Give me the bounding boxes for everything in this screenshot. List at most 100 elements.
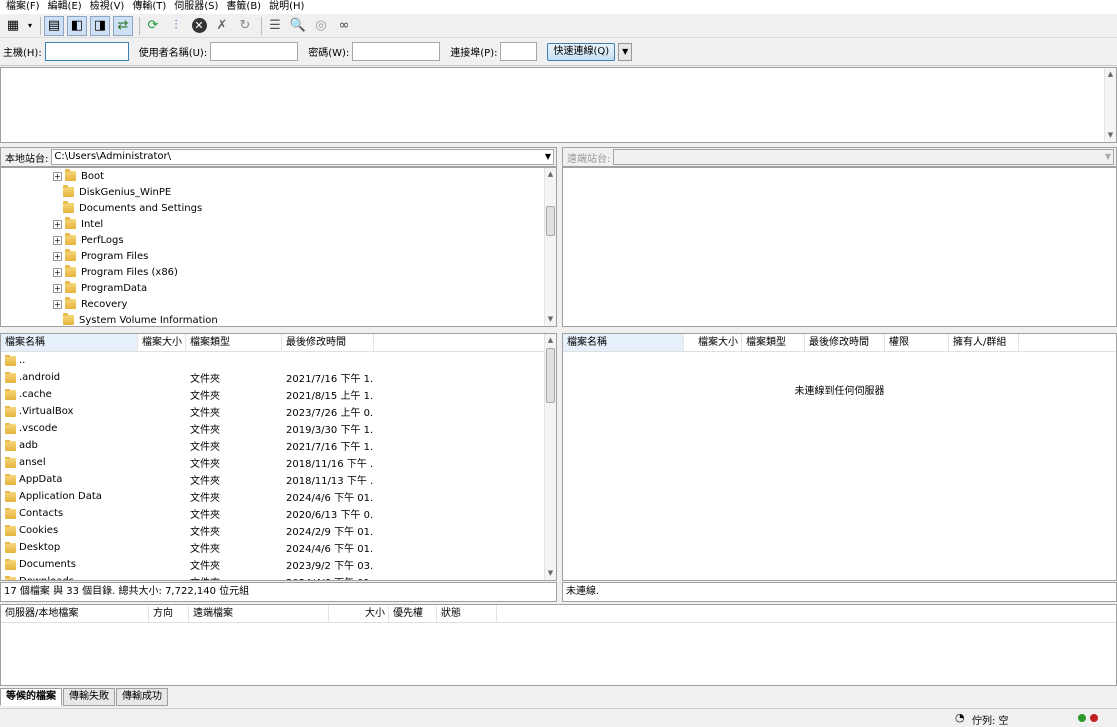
cancel-icon[interactable]: ✕: [189, 16, 209, 36]
file-row[interactable]: Application Data 文件夾 2024/4/6 下午 01...: [1, 488, 556, 505]
file-row[interactable]: .vscode 文件夾 2019/3/30 下午 1...: [1, 420, 556, 437]
tree-item[interactable]: DiskGenius_WinPE: [1, 184, 544, 200]
host-input[interactable]: [44, 42, 129, 61]
file-modified: 2024/4/6 下午 01...: [286, 544, 374, 555]
toggle-queue-icon[interactable]: ⇄: [113, 15, 133, 36]
column-header[interactable]: 權限: [885, 334, 949, 351]
column-header[interactable]: 檔案大小: [138, 334, 186, 351]
log-scrollbar[interactable]: ▲ ▼: [1104, 68, 1116, 142]
file-row[interactable]: Desktop 文件夾 2024/4/6 下午 01...: [1, 539, 556, 556]
transfer-queue[interactable]: 伺服器/本地檔案 方向 遠端檔案 大小 優先權 狀態: [0, 604, 1117, 686]
menu-item[interactable]: 檔案(F): [2, 0, 44, 14]
tree-item[interactable]: + PerfLogs: [1, 232, 544, 248]
menu-item[interactable]: 說明(H): [265, 0, 308, 14]
column-header[interactable]: 檔案類型: [186, 334, 282, 351]
file-name-cell: Contacts: [1, 508, 186, 519]
refresh-icon[interactable]: ⟳: [143, 16, 163, 36]
remote-directory-tree[interactable]: [562, 167, 1117, 327]
column-header[interactable]: 優先權: [389, 605, 437, 622]
search-binoculars-icon[interactable]: ∞: [334, 16, 354, 36]
column-header[interactable]: 檔案大小: [684, 334, 742, 351]
file-row[interactable]: adb 文件夾 2021/7/16 下午 1...: [1, 437, 556, 454]
folder-icon: [63, 313, 74, 325]
file-row[interactable]: .android 文件夾 2021/7/16 下午 1...: [1, 369, 556, 386]
file-row[interactable]: ..: [1, 352, 556, 369]
local-file-list[interactable]: 檔案名稱 檔案大小 檔案類型 最後修改時間 .. .android 文件夾 2021/7/1…: [0, 333, 557, 581]
menu-item[interactable]: 編輯(E): [44, 0, 86, 14]
password-input[interactable]: [352, 42, 441, 61]
toggle-local-tree-icon[interactable]: ◧: [67, 15, 87, 36]
column-header[interactable]: 伺服器/本地檔案: [1, 605, 149, 622]
local-path-input[interactable]: C:\Users\Administrator\ ▼: [51, 149, 554, 165]
chevron-down-icon: ▼: [544, 152, 551, 161]
process-queue-icon[interactable]: ⫶: [166, 16, 186, 36]
menu-item[interactable]: 傳輸(T): [128, 0, 170, 14]
column-header[interactable]: 擁有人/群組: [949, 334, 1019, 351]
tree-item[interactable]: System Volume Information: [1, 312, 544, 326]
sync-browse-icon[interactable]: 🔍: [288, 16, 308, 36]
quickconnect-button[interactable]: 快速連線(Q): [547, 42, 616, 61]
column-header[interactable]: 檔案類型: [742, 334, 805, 351]
toggle-log-icon[interactable]: ▤: [44, 15, 64, 36]
expand-icon[interactable]: +: [53, 251, 62, 261]
file-modified: 2019/3/30 下午 1...: [286, 425, 374, 436]
file-row[interactable]: .cache 文件夾 2021/8/15 上午 1...: [1, 386, 556, 403]
file-row[interactable]: ansel 文件夾 2018/11/16 下午 ...: [1, 454, 556, 471]
remote-file-list[interactable]: 檔案名稱 檔案大小 檔案類型 最後修改時間 權限 擁有人/群組 未連線到任何伺服器: [562, 333, 1117, 581]
file-name-cell: .cache: [1, 389, 186, 400]
file-row[interactable]: Contacts 文件夾 2020/6/13 下午 0...: [1, 505, 556, 522]
folder-icon: [5, 491, 16, 502]
tree-item[interactable]: + ProgramData: [1, 280, 544, 296]
column-header[interactable]: 遠端檔案: [189, 605, 329, 622]
expand-icon[interactable]: +: [53, 283, 62, 293]
column-header[interactable]: 狀態: [437, 605, 497, 622]
file-row[interactable]: Documents 文件夾 2023/9/2 下午 03...: [1, 556, 556, 573]
local-tree-scrollbar[interactable]: ▲ ▼: [544, 168, 556, 326]
port-input[interactable]: [500, 42, 538, 61]
tree-item[interactable]: + Program Files: [1, 248, 544, 264]
file-name: .android: [19, 372, 61, 383]
column-header[interactable]: 檔案名稱: [1, 334, 138, 351]
filter-icon[interactable]: ☰: [265, 16, 285, 36]
queue-tab[interactable]: 等候的檔案: [0, 688, 62, 706]
file-row[interactable]: Downloads 文件夾2024/4/6 下午 01...: [1, 573, 556, 580]
folder-icon: [5, 389, 16, 400]
column-header[interactable]: 檔案名稱: [563, 334, 684, 351]
column-header[interactable]: 方向: [149, 605, 189, 622]
file-type: 文件夾: [190, 408, 220, 419]
expand-icon[interactable]: +: [53, 171, 62, 181]
expand-icon[interactable]: +: [53, 267, 62, 277]
expand-icon[interactable]: +: [53, 235, 62, 245]
toggle-remote-tree-icon[interactable]: ◨: [90, 15, 110, 36]
column-header[interactable]: 大小: [329, 605, 389, 622]
column-header[interactable]: 最後修改時間: [282, 334, 374, 351]
user-input[interactable]: [210, 42, 299, 61]
expand-icon[interactable]: +: [53, 299, 62, 309]
compare-icon[interactable]: ◎: [311, 16, 331, 36]
quickconnect-history-button[interactable]: ▼: [618, 42, 633, 61]
column-header[interactable]: 最後修改時間: [805, 334, 885, 351]
tree-item[interactable]: Documents and Settings: [1, 200, 544, 216]
menu-item[interactable]: 檢視(V): [86, 0, 129, 14]
reconnect-icon[interactable]: ↻: [235, 16, 255, 36]
file-row[interactable]: .VirtualBox 文件夾 2023/7/26 上午 0...: [1, 403, 556, 420]
disconnect-icon[interactable]: ✗: [212, 16, 232, 36]
file-modified: 2018/11/13 下午 ...: [286, 476, 374, 487]
local-list-scrollbar[interactable]: ▲ ▼: [544, 334, 556, 580]
menu-item[interactable]: 伺服器(S): [170, 0, 222, 14]
menu-item[interactable]: 書籤(B): [222, 0, 265, 14]
site-manager-icon[interactable]: ▦: [3, 16, 23, 36]
expand-icon[interactable]: +: [53, 219, 62, 229]
dropdown-arrow-icon[interactable]: ▾: [26, 16, 34, 36]
tree-item[interactable]: + Boot: [1, 168, 544, 184]
queue-tab[interactable]: 傳輸成功: [116, 688, 168, 706]
message-log[interactable]: ▲ ▼: [0, 67, 1117, 143]
tree-item[interactable]: + Recovery: [1, 296, 544, 312]
tree-item[interactable]: + Intel: [1, 216, 544, 232]
folder-icon: [5, 525, 16, 536]
file-row[interactable]: AppData 文件夾 2018/11/13 下午 ...: [1, 471, 556, 488]
file-row[interactable]: Cookies 文件夾 2024/2/9 下午 01...: [1, 522, 556, 539]
tree-item[interactable]: + Program Files (x86): [1, 264, 544, 280]
queue-tab[interactable]: 傳輸失敗: [63, 688, 115, 706]
local-directory-tree[interactable]: + Boot DiskGenius_WinPE Documents and Setti…: [0, 167, 557, 327]
